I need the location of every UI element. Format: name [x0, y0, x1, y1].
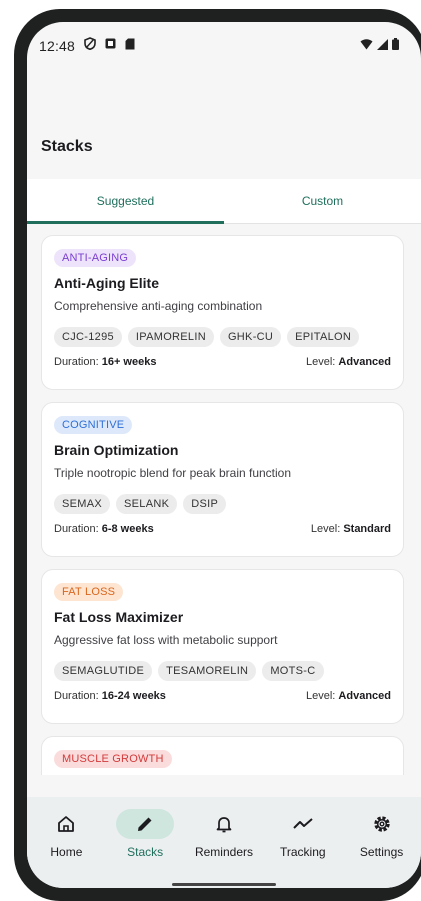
status-bar: 12:48 — [27, 22, 421, 72]
status-icons-right — [360, 38, 399, 50]
level-info: Level: Advanced — [306, 356, 391, 368]
sd-card-icon — [125, 38, 135, 49]
stack-card-fat-loss-maximizer[interactable]: FAT LOSS Fat Loss Maximizer Aggressive f… — [41, 569, 404, 724]
home-indicator[interactable] — [172, 883, 276, 886]
nav-label: Settings — [359, 845, 404, 859]
peptide-chip: DSIP — [183, 494, 227, 514]
nav-tracking[interactable]: Tracking — [265, 809, 341, 859]
tab-label: Custom — [301, 194, 344, 208]
duration-info: Duration: 6-8 weeks — [54, 523, 154, 535]
peptide-chip: EPITALON — [287, 327, 360, 347]
tab-label: Suggested — [96, 194, 155, 208]
nav-home[interactable]: Home — [28, 809, 104, 859]
page-title: Stacks — [41, 138, 93, 155]
level-info: Level: Advanced — [306, 690, 391, 702]
peptide-chip: TESAMORELIN — [158, 661, 257, 681]
duration-label: Duration: — [54, 523, 99, 535]
nav-label: Stacks — [127, 845, 164, 859]
home-icon — [58, 816, 75, 832]
stack-meta: Duration: 16-24 weeks Level: Advanced — [54, 690, 391, 702]
stack-description: Triple nootropic blend for peak brain fu… — [54, 466, 292, 480]
notification-icon — [105, 38, 116, 49]
bottom-navigation: Home Stacks Reminders Tracking Settings — [27, 797, 421, 888]
duration-info: Duration: 16+ weeks — [54, 356, 156, 368]
peptide-chips: SEMAGLUTIDE TESAMORELIN MOTS-C — [54, 661, 391, 681]
stack-card-muscle-growth[interactable]: MUSCLE GROWTH — [41, 736, 404, 775]
nav-label: Reminders — [194, 845, 253, 859]
stack-title: Fat Loss Maximizer — [54, 609, 184, 625]
peptide-chip: CJC-1295 — [54, 327, 122, 347]
gear-icon — [373, 816, 390, 832]
peptide-chip: GHK-CU — [219, 327, 282, 347]
peptide-chips: CJC-1295 IPAMORELIN GHK-CU EPITALON — [54, 327, 391, 347]
stack-title: Brain Optimization — [54, 442, 179, 458]
peptide-chip: SELANK — [116, 494, 178, 514]
level-value: Advanced — [338, 690, 391, 702]
level-label: Level: — [306, 690, 336, 702]
nav-label: Tracking — [279, 845, 326, 859]
nav-settings[interactable]: Settings — [344, 809, 420, 859]
category-badge: ANTI-AGING — [54, 249, 137, 267]
tab-suggested[interactable]: Suggested — [27, 179, 224, 224]
stack-description: Comprehensive anti-aging combination — [54, 299, 263, 313]
stack-meta: Duration: 6-8 weeks Level: Standard — [54, 523, 391, 535]
nav-label: Home — [50, 845, 83, 859]
signal-icon — [377, 38, 388, 50]
app-screen: 12:48 Stacks Suggested Custom ANTI-AGING… — [27, 22, 421, 888]
stack-title: Anti-Aging Elite — [54, 275, 159, 291]
level-label: Level: — [306, 356, 336, 368]
stack-card-brain-optimization[interactable]: COGNITIVE Brain Optimization Triple noot… — [41, 402, 404, 557]
nav-reminders[interactable]: Reminders — [186, 809, 262, 859]
duration-info: Duration: 16-24 weeks — [54, 690, 166, 702]
tab-custom[interactable]: Custom — [224, 179, 421, 223]
duration-value: 6-8 weeks — [101, 523, 154, 535]
level-label: Level: — [310, 523, 341, 535]
stack-card-anti-aging-elite[interactable]: ANTI-AGING Anti-Aging Elite Comprehensiv… — [41, 235, 404, 390]
category-badge: FAT LOSS — [54, 583, 124, 601]
status-icons-left — [84, 37, 135, 50]
peptide-chips: SEMAX SELANK DSIP — [54, 494, 391, 514]
duration-value: 16+ weeks — [101, 356, 157, 368]
peptide-chip: IPAMORELIN — [127, 327, 214, 347]
vpn-shield-icon — [84, 37, 96, 50]
nav-stacks[interactable]: Stacks — [107, 809, 183, 859]
peptide-chip: SEMAX — [54, 494, 111, 514]
wifi-icon — [360, 38, 373, 49]
duration-label: Duration: — [54, 356, 99, 368]
level-info: Level: Standard — [311, 523, 391, 535]
trend-icon — [293, 818, 313, 829]
category-badge: MUSCLE GROWTH — [54, 750, 172, 768]
stack-description: Aggressive fat loss with metabolic suppo… — [54, 633, 278, 647]
bell-icon — [216, 817, 232, 833]
peptide-chip: MOTS-C — [262, 661, 324, 681]
stack-meta: Duration: 16+ weeks Level: Advanced — [54, 356, 391, 368]
peptide-chip: SEMAGLUTIDE — [54, 661, 153, 681]
level-value: Advanced — [338, 356, 391, 368]
tab-bar: Suggested Custom — [27, 179, 421, 224]
level-value: Standard — [343, 523, 391, 535]
status-time: 12:48 — [39, 38, 76, 54]
stack-list: ANTI-AGING Anti-Aging Elite Comprehensiv… — [41, 235, 404, 775]
duration-label: Duration: — [54, 690, 99, 702]
battery-icon — [392, 38, 399, 50]
category-badge: COGNITIVE — [54, 416, 133, 434]
duration-value: 16-24 weeks — [101, 690, 166, 702]
pencil-icon — [138, 817, 152, 831]
